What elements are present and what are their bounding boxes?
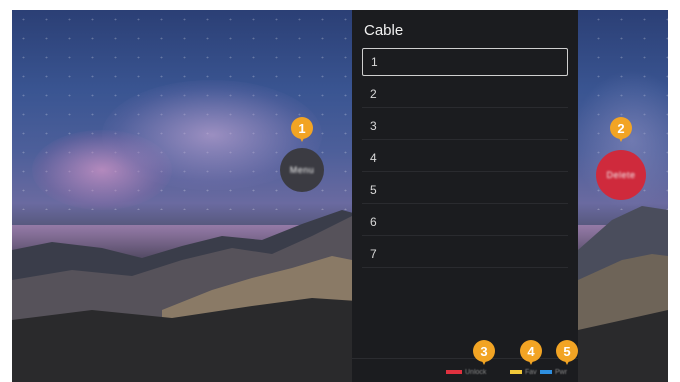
tv-screen-frame: Menu Delete 1 2 3 4 5 Cable 1 2 3 4 5 6 …	[0, 0, 680, 382]
delete-button-label: Delete	[606, 170, 636, 180]
yellow-key-swatch	[510, 370, 522, 374]
channel-item-5[interactable]: 5	[362, 176, 568, 204]
blue-key-swatch	[540, 370, 552, 374]
menu-button[interactable]: Menu	[280, 148, 324, 192]
channel-item-4[interactable]: 4	[362, 144, 568, 172]
legend-label: Fav	[525, 368, 537, 376]
delete-button[interactable]: Delete	[596, 150, 646, 200]
red-key-swatch	[446, 370, 462, 374]
legend-label: Pwr	[555, 368, 568, 376]
menu-button-label: Menu	[289, 165, 315, 175]
panel-divider	[352, 358, 578, 359]
channel-item-2[interactable]: 2	[362, 80, 568, 108]
channel-list-panel: Cable 1 2 3 4 5 6 7	[352, 10, 578, 382]
callout-marker-4: 4	[520, 340, 542, 365]
legend-blue-pwr[interactable]: Pwr	[540, 368, 568, 376]
channel-item-1[interactable]: 1	[362, 48, 568, 76]
panel-title: Cable	[364, 22, 404, 39]
channel-item-7[interactable]: 7	[362, 240, 568, 268]
legend-label: Unlock	[465, 368, 487, 376]
channel-list: 1 2 3 4 5 6 7	[362, 48, 568, 272]
callout-marker-5: 5	[556, 340, 578, 365]
callout-marker-3: 3	[473, 340, 495, 365]
channel-item-6[interactable]: 6	[362, 208, 568, 236]
callout-marker-1: 1	[291, 117, 313, 142]
channel-item-3[interactable]: 3	[362, 112, 568, 140]
callout-marker-2: 2	[610, 117, 632, 142]
legend-yellow-fav[interactable]: Fav	[510, 368, 537, 376]
legend-red-unlock[interactable]: Unlock	[446, 368, 487, 376]
